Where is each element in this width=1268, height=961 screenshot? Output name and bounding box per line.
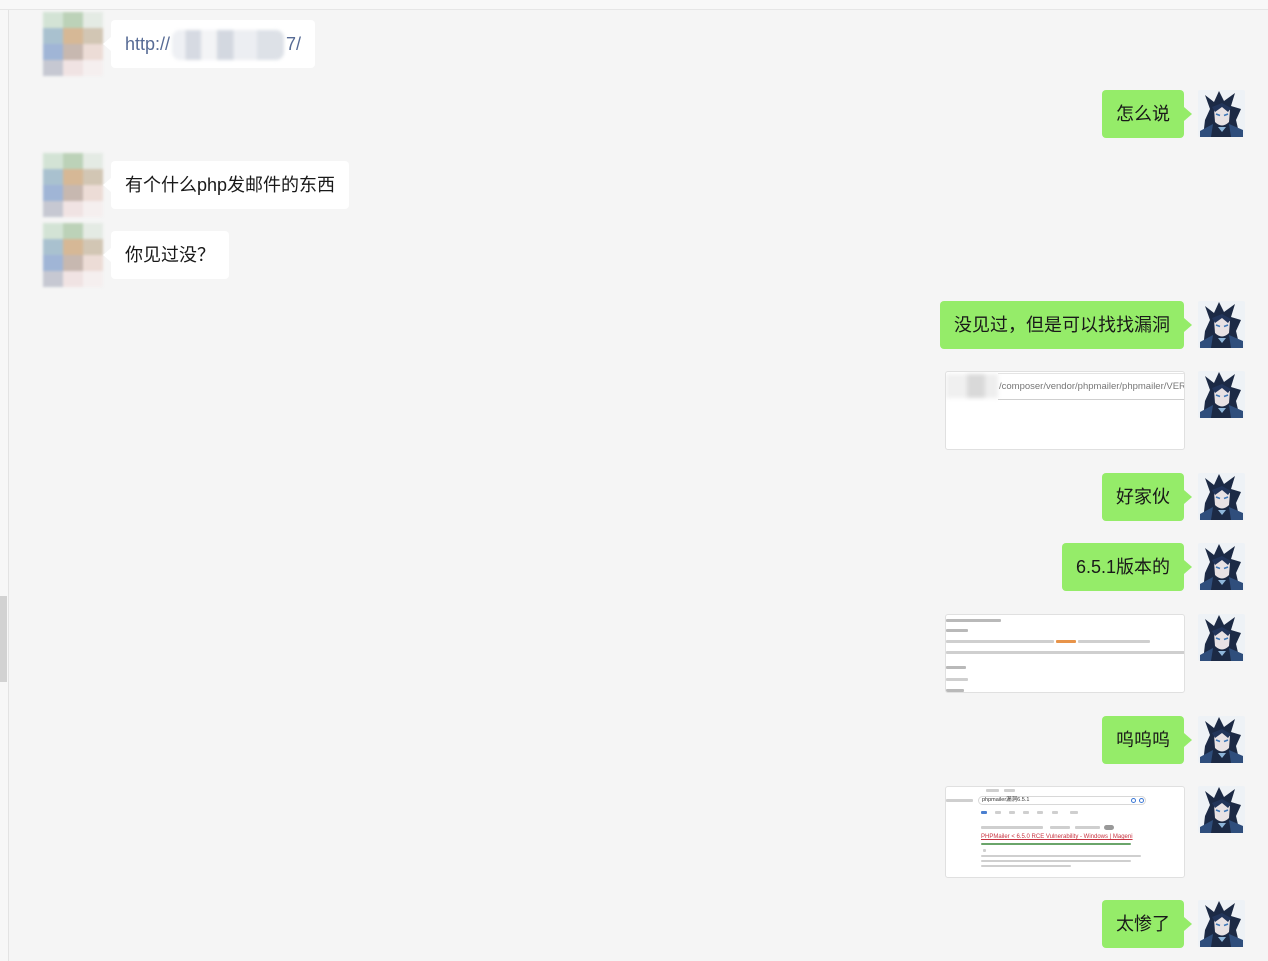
- message-text: 怎么说: [1116, 104, 1170, 124]
- message-row: 呜呜呜: [0, 716, 1268, 764]
- result-description-line: [981, 855, 1141, 857]
- contact-avatar[interactable]: [43, 153, 103, 217]
- doc-link-line: [1056, 640, 1076, 643]
- message-text: 有个什么php发邮件的东西: [125, 175, 336, 195]
- result-description-line: [981, 860, 1131, 862]
- message-row: [0, 614, 1268, 693]
- redacted-region: [946, 374, 998, 398]
- message-row: 你见过没？: [0, 223, 1268, 287]
- link-text-start[interactable]: http://: [125, 34, 170, 54]
- message-bubble[interactable]: 好家伙: [1102, 473, 1192, 521]
- message-text: 太惨了: [1116, 914, 1170, 934]
- message-row: 6.5.1版本的: [0, 543, 1268, 591]
- message-bubble[interactable]: 有个什么php发邮件的东西: [102, 161, 350, 209]
- window-top-edge: [0, 0, 1268, 10]
- image-message[interactable]: /composer/vendor/phpmailer/phpmailer/VER: [945, 371, 1185, 450]
- link-text-end[interactable]: 7/: [286, 34, 301, 54]
- doc-text-line: [946, 640, 1054, 643]
- message-row: http:// 7/: [0, 12, 1268, 76]
- self-avatar[interactable]: [1198, 90, 1245, 137]
- message-text: 好家伙: [1116, 487, 1170, 507]
- message-text: 你见过没？: [125, 245, 215, 265]
- message-row: /composer/vendor/phpmailer/phpmailer/VER: [0, 371, 1268, 450]
- doc-text-line: [946, 651, 1184, 654]
- message-bubble[interactable]: http:// 7/: [102, 20, 316, 68]
- search-nav-item: [1052, 811, 1058, 814]
- redacted-region: [172, 30, 285, 61]
- self-avatar[interactable]: [1198, 900, 1245, 947]
- message-bubble[interactable]: 怎么说: [1102, 90, 1192, 138]
- message-bubble[interactable]: 6.5.1版本的: [1061, 543, 1193, 591]
- self-avatar[interactable]: [1198, 716, 1245, 763]
- message-bubble[interactable]: 呜呜呜: [1102, 716, 1192, 764]
- doc-heading-line: [946, 619, 1001, 622]
- contact-avatar[interactable]: [43, 223, 103, 287]
- result-title: PHPMailer < 6.5.0 RCE Vulnerability - Wi…: [981, 834, 1133, 840]
- search-icon: [1139, 798, 1144, 803]
- message-row: phpmailer漏洞6.5.1 PHPMailer < 6.5.0 RCE V…: [0, 786, 1268, 878]
- message-row: 有个什么php发邮件的东西: [0, 153, 1268, 217]
- message-text: 6.5.1版本的: [1075, 557, 1170, 577]
- image-message[interactable]: phpmailer漏洞6.5.1 PHPMailer < 6.5.0 RCE V…: [945, 786, 1185, 878]
- self-avatar[interactable]: [1198, 786, 1245, 833]
- message-text: 呜呜呜: [1116, 730, 1170, 750]
- search-tab: [986, 789, 999, 792]
- doc-text-line: [946, 666, 966, 669]
- search-nav-active: [981, 811, 987, 814]
- self-avatar[interactable]: [1198, 301, 1245, 348]
- doc-text-line: [946, 678, 968, 681]
- search-nav-item: [1070, 811, 1078, 814]
- message-row: 没见过，但是可以找找漏洞: [0, 301, 1268, 349]
- microphone-icon: [1131, 798, 1136, 803]
- search-query: phpmailer漏洞6.5.1: [982, 797, 1030, 803]
- self-avatar[interactable]: [1198, 473, 1245, 520]
- result-description-line: [981, 865, 1071, 867]
- self-avatar[interactable]: [1198, 614, 1245, 661]
- result-count: [981, 826, 1043, 829]
- search-nav-item: [995, 811, 1001, 814]
- search-nav-item: [1023, 811, 1029, 814]
- search-tab: [1004, 789, 1015, 792]
- message-text: 没见过，但是可以找找漏洞: [954, 315, 1170, 335]
- result-filter: [1050, 826, 1070, 829]
- doc-text-line: [946, 689, 964, 692]
- doc-text-line: [1078, 640, 1150, 643]
- message-row: 怎么说: [0, 90, 1268, 138]
- search-nav-item: [1037, 811, 1043, 814]
- image-message[interactable]: [945, 614, 1185, 693]
- result-toggle: [1104, 825, 1114, 830]
- self-avatar[interactable]: [1198, 371, 1245, 418]
- result-filter: [1075, 826, 1100, 829]
- self-avatar[interactable]: [1198, 543, 1245, 590]
- result-url-line: [981, 843, 1131, 845]
- message-bubble[interactable]: 你见过没？: [103, 231, 229, 279]
- contact-avatar[interactable]: [43, 12, 103, 76]
- message-row: 太惨了: [0, 900, 1268, 948]
- search-logo: [946, 799, 973, 802]
- search-nav-item: [1009, 811, 1015, 814]
- message-bubble[interactable]: 没见过，但是可以找找漏洞: [940, 301, 1192, 349]
- message-row: 好家伙: [0, 473, 1268, 521]
- address-bar-text: /composer/vendor/phpmailer/phpmailer/VER: [998, 373, 1184, 400]
- result-dot: [983, 849, 986, 852]
- doc-text-line: [946, 629, 968, 632]
- message-bubble[interactable]: 太惨了: [1102, 900, 1192, 948]
